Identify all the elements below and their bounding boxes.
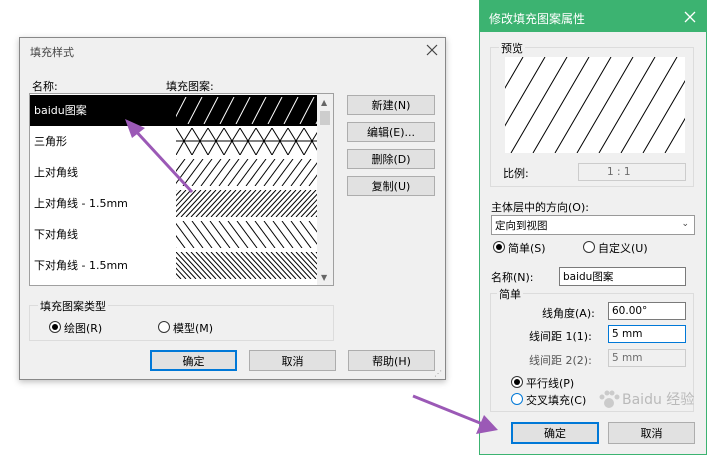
pattern-preview: [505, 57, 685, 153]
cancel-button[interactable]: 取消: [608, 422, 695, 444]
cancel-button[interactable]: 取消: [249, 350, 336, 371]
watermark-logo: Baidu 经验: [598, 389, 694, 409]
model-radio[interactable]: [158, 321, 170, 333]
pattern-swatch: [176, 97, 322, 124]
line-angle-label: 线角度(A):: [542, 307, 595, 320]
scroll-thumb[interactable]: [320, 111, 330, 125]
copy-button[interactable]: 复制(U): [347, 176, 435, 196]
pattern-swatch: [176, 190, 322, 217]
parallel-radio[interactable]: [511, 376, 523, 388]
list-item[interactable]: 下对角线 - 1.5mm: [30, 250, 325, 281]
chevron-down-icon: ⌄: [681, 219, 689, 229]
custom-radio-label[interactable]: 自定义(U): [598, 240, 648, 256]
list-item-name: 上对角线: [34, 166, 78, 179]
name-input[interactable]: baidu图案: [559, 267, 686, 286]
pattern-list[interactable]: baidu图案 三角形上对角线上对角线 - 1.5mm 下对角线下对角线 - 1.5…: [29, 93, 334, 286]
list-item[interactable]: 下对角线: [30, 219, 325, 250]
ok-button[interactable]: 确定: [150, 350, 237, 371]
list-item-name: baidu图案: [34, 104, 87, 117]
simple-radio-label[interactable]: 简单(S): [508, 240, 546, 256]
close-icon[interactable]: [422, 40, 442, 60]
pattern-swatch: [176, 128, 322, 155]
new-button[interactable]: 新建(N): [347, 95, 435, 115]
drafting-radio[interactable]: [49, 321, 61, 333]
ok-button[interactable]: 确定: [511, 422, 599, 444]
scroll-up-icon[interactable]: ▲: [321, 98, 327, 107]
modify-pattern-dialog: 修改填充图案属性 预览 比例: 1 : 1 主体层中的方向(O): 定向到视图 …: [479, 0, 707, 455]
paw-icon: [599, 390, 620, 408]
scale-field: 1 : 1: [578, 163, 686, 181]
list-item[interactable]: baidu图案: [30, 95, 325, 126]
close-icon[interactable]: [680, 7, 700, 27]
pattern-swatch: [176, 252, 322, 279]
help-button[interactable]: 帮助(H): [348, 350, 435, 371]
orientation-value: 定向到视图: [495, 219, 548, 232]
pattern-swatch: [176, 221, 322, 248]
column-header-name: 名称:: [32, 80, 58, 93]
crosshatch-radio-label[interactable]: 交叉填充(C): [526, 392, 586, 408]
line-angle-input[interactable]: 60.00°: [608, 302, 686, 320]
spacing1-input[interactable]: 5 mm: [608, 325, 686, 343]
crosshatch-radio[interactable]: [511, 393, 523, 405]
fill-style-dialog: 填充样式 名称: 填充图案: baidu图案 三角形上对角线上对角线 - 1.5m…: [19, 37, 446, 380]
preview-label: 预览: [499, 40, 525, 56]
pattern-swatch: [176, 159, 322, 186]
spacing2-input: 5 mm: [608, 349, 686, 367]
simple-radio[interactable]: [493, 241, 505, 253]
dialog-title: 修改填充图案属性: [489, 12, 586, 26]
list-item[interactable]: 上对角线: [30, 157, 325, 188]
name-label: 名称(N):: [491, 271, 534, 284]
spacing2-label: 线间距 2(2):: [529, 354, 592, 367]
column-header-pattern: 填充图案:: [166, 80, 214, 93]
orientation-label: 主体层中的方向(O):: [491, 201, 589, 214]
model-radio-label[interactable]: 模型(M): [173, 320, 213, 336]
drafting-radio-label[interactable]: 绘图(R): [64, 320, 102, 336]
pattern-type-label: 填充图案类型: [38, 298, 108, 314]
simple-group-label: 简单: [497, 286, 523, 302]
orientation-select[interactable]: 定向到视图 ⌄: [491, 215, 695, 235]
spacing1-label: 线间距 1(1):: [529, 330, 592, 343]
scroll-down-icon[interactable]: ▼: [321, 273, 327, 282]
list-item-name: 三角形: [34, 135, 67, 148]
resize-grip-icon[interactable]: ⋰: [434, 369, 442, 378]
list-item[interactable]: 三角形: [30, 126, 325, 157]
list-item-name: 下对角线: [34, 228, 78, 241]
parallel-radio-label[interactable]: 平行线(P): [526, 375, 574, 391]
list-item-name: 下对角线 - 1.5mm: [34, 259, 128, 272]
list-scrollbar[interactable]: ▲ ▼: [317, 94, 333, 285]
delete-button[interactable]: 删除(D): [347, 149, 435, 169]
custom-radio[interactable]: [583, 241, 595, 253]
scale-label: 比例:: [503, 167, 529, 180]
list-item-name: 上对角线 - 1.5mm: [34, 197, 128, 210]
watermark-text: Baidu 经验: [622, 392, 695, 408]
edit-button[interactable]: 编辑(E)...: [347, 122, 435, 142]
list-item[interactable]: 上对角线 - 1.5mm: [30, 188, 325, 219]
title-bar: 修改填充图案属性: [480, 1, 706, 32]
dialog-title: 填充样式: [30, 46, 74, 59]
